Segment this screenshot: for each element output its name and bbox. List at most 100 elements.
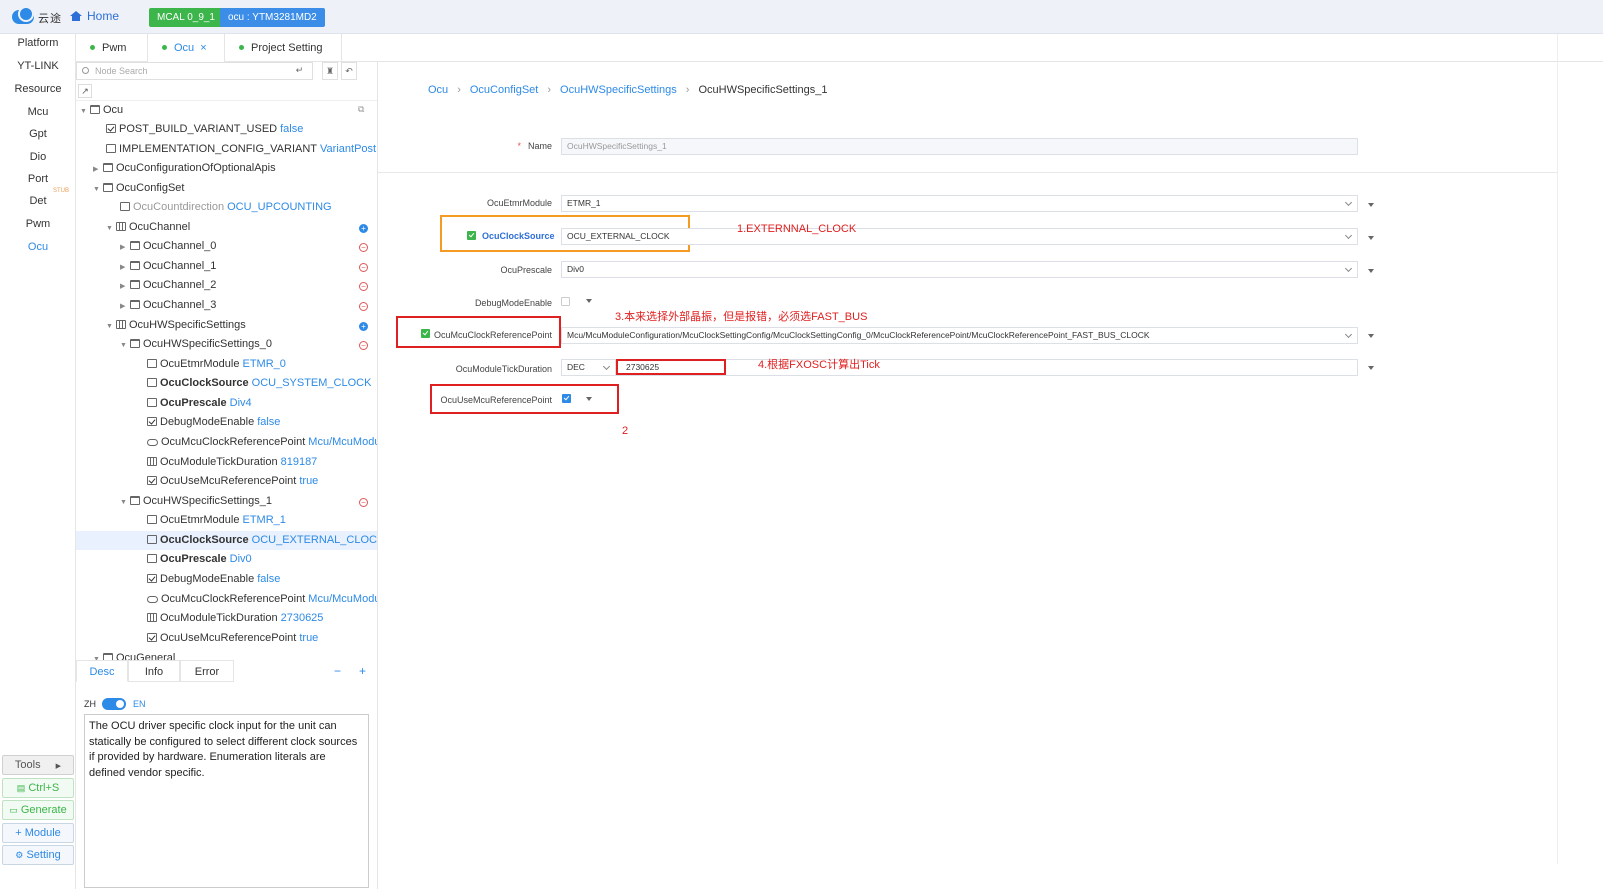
tree-node[interactable]: OcuMcuClockReferencePointMcu/McuModuleCo… [147,433,377,452]
tree-node[interactable]: OcuClockSource OCU_SYSTEM_CLOCK [147,374,371,393]
remove-icon[interactable]: − [359,341,368,350]
breadcrumb-item[interactable]: OcuConfigSet [470,84,538,96]
language-toggle[interactable] [102,698,126,710]
status-dot-icon [90,45,95,50]
number-base-select[interactable]: DEC [561,359,616,376]
logo-text: 云途 [38,13,62,25]
scrollbar[interactable] [1557,34,1567,864]
prescale-select[interactable]: Div0 [561,261,1358,278]
tree-node[interactable]: OcuPrescale Div4 [147,394,252,413]
mcal-version-badge[interactable]: MCAL 0_9_1 [149,8,223,27]
home-icon [70,11,82,21]
tree-node[interactable]: ▼ OcuConfigSet [93,179,184,198]
tree-node[interactable]: OcuCountdirection OCU_UPCOUNTING [120,198,332,217]
tree-node[interactable]: IMPLEMENTATION_CONFIG_VARIANT VariantPost… [106,140,377,159]
gear-icon: ⚙ [15,850,24,860]
rail-item-gpt[interactable]: Gpt [0,128,76,140]
etmr-select[interactable]: ETMR_1 [561,195,1358,212]
tree-node[interactable]: OcuEtmrModule ETMR_1 [147,511,286,530]
rail-item-pwm[interactable]: Pwm [0,218,76,230]
tree-node-selected[interactable]: OcuClockSource OCU_EXTERNAL_CLOCK [76,531,377,550]
tree-node[interactable]: ▼ OcuHWSpecificSettings_0 [120,335,272,354]
search-icon [82,67,89,74]
tree-node[interactable]: OcuMcuClockReferencePointMcu/McuModuleCo… [147,590,377,609]
rail-item-port[interactable]: Port [0,173,76,185]
tab-desc[interactable]: Desc [76,660,128,682]
copy-icon[interactable]: ⧉ [358,104,364,115]
tab-project-setting[interactable]: Project Setting [225,34,342,62]
remove-icon[interactable]: − [359,282,368,291]
remove-icon[interactable]: − [359,263,368,272]
tree-node-ocu[interactable]: ▼ Ocu [80,101,123,120]
dropdown-caret-icon[interactable] [1368,203,1374,207]
tree-node[interactable]: DebugModeEnable false [147,570,280,589]
tree-node[interactable]: OcuModuleTickDuration 2730625 [147,609,323,628]
enter-icon[interactable]: ↵ [286,62,313,80]
dropdown-caret-icon[interactable] [586,299,592,303]
clock-source-select[interactable]: OCU_EXTERNAL_CLOCK [561,228,1358,245]
tab-ocu[interactable]: Ocu × [148,34,225,62]
tree-node[interactable]: OcuPrescale Div0 [147,550,252,569]
tree-node[interactable]: ▶ OcuChannel_0 [120,237,216,256]
add-module-button[interactable]: + Module [2,823,74,843]
node-search-input[interactable]: Node Search [76,62,313,80]
collapse-icon[interactable]: − [334,664,341,678]
tree-node[interactable]: POST_BUILD_VARIANT_USED false [106,120,303,139]
rail-item-resource[interactable]: Resource [0,83,76,95]
expand-icon[interactable]: + [359,664,366,678]
add-icon[interactable]: + [359,224,368,233]
tree-node[interactable]: ▼ OcuChannel [106,218,190,237]
tree-node[interactable]: DebugModeEnable false [147,413,280,432]
tree-node[interactable]: ▶ OcuChannel_3 [120,296,216,315]
tick-duration-input[interactable] [616,359,1358,376]
save-button[interactable]: ▤ Ctrl+S [2,778,74,798]
tree-node[interactable]: ▼ OcuHWSpecificSettings_1 [120,492,272,511]
tree-node[interactable]: OcuUseMcuReferencePoint true [147,472,318,491]
use-mcu-ref-checkbox[interactable] [562,394,571,403]
filter-icon[interactable]: ♜ [322,62,338,80]
chip-badge[interactable]: ocu : YTM3281MD2 [220,8,325,27]
tab-info[interactable]: Info [128,660,180,682]
tools-button[interactable]: Tools ▶ [2,755,74,775]
remove-icon[interactable]: − [359,498,368,507]
lang-zh-label: ZH [84,699,96,709]
rail-item-yt-link[interactable]: YT-LINK [0,60,76,72]
close-icon[interactable]: × [200,42,206,54]
tree-node[interactable]: ▶ OcuChannel_2 [120,276,216,295]
rail-item-platform[interactable]: Platform [0,37,76,49]
share-icon[interactable]: ↗ [78,84,92,98]
remove-icon[interactable]: − [359,243,368,252]
rail-item-ocu[interactable]: Ocu [0,241,76,253]
dropdown-caret-icon[interactable] [586,397,592,401]
debug-checkbox[interactable] [561,297,570,306]
refpoint-checkbox[interactable] [421,329,430,338]
rail-item-mcu[interactable]: Mcu [0,106,76,118]
refpoint-select[interactable]: Mcu/McuModuleConfiguration/McuClockSetti… [561,327,1358,344]
tree-node[interactable]: OcuEtmrModule ETMR_0 [147,355,286,374]
rail-item-det[interactable]: Det [0,195,76,207]
generate-button[interactable]: ▭ Generate [2,800,74,820]
dropdown-caret-icon[interactable] [1368,236,1374,240]
tree-node[interactable]: ▼ OcuGeneral [93,649,175,660]
tree-node[interactable]: ▶ OcuChannel_1 [120,257,216,276]
dropdown-caret-icon[interactable] [1368,269,1374,273]
home-link[interactable]: Home [70,9,119,23]
cloud-logo-icon [12,6,34,24]
breadcrumb-item[interactable]: Ocu [428,84,448,96]
tree-node[interactable]: OcuUseMcuReferencePoint true [147,629,318,648]
tree-node[interactable]: ▶ OcuConfigurationOfOptionalApis [93,159,276,178]
undo-icon[interactable]: ↶ [341,62,357,80]
breadcrumb-item[interactable]: OcuHWSpecificSettings [560,84,677,96]
clock-source-checkbox[interactable] [467,231,476,240]
dropdown-caret-icon[interactable] [1368,366,1374,370]
tree-node[interactable]: OcuModuleTickDuration 819187 [147,453,317,472]
tab-error[interactable]: Error [180,660,234,682]
setting-button[interactable]: ⚙ Setting [2,845,74,865]
rail-item-dio[interactable]: Dio [0,151,76,163]
add-icon[interactable]: + [359,322,368,331]
dropdown-caret-icon[interactable] [1368,334,1374,338]
name-field[interactable]: OcuHWSpecificSettings_1 [561,138,1358,155]
tab-pwm[interactable]: Pwm [76,34,148,62]
remove-icon[interactable]: − [359,302,368,311]
tree-node[interactable]: ▼ OcuHWSpecificSettings [106,316,246,335]
